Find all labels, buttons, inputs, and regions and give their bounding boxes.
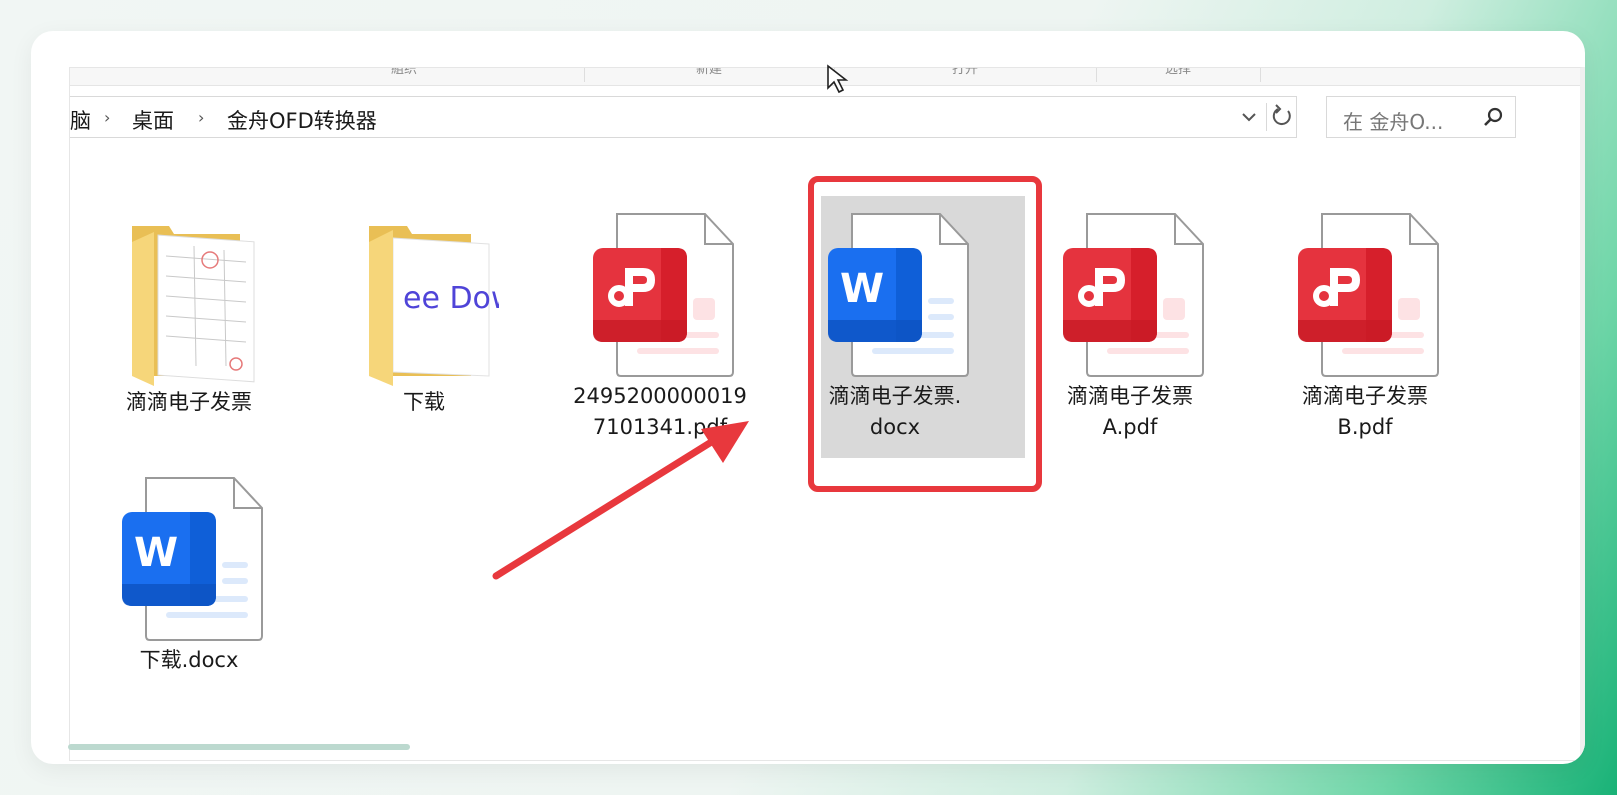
- horizontal-scrollbar[interactable]: [68, 744, 410, 750]
- ribbon-group-label: 新建: [695, 68, 722, 77]
- file-name-line2: A.pdf: [1102, 415, 1158, 439]
- mouse-cursor-icon: [827, 64, 849, 94]
- search-placeholder: 在 金舟O...: [1343, 110, 1444, 134]
- ribbon-group-organize[interactable]: 組织: [224, 68, 585, 82]
- ribbon-group-label: 打开: [951, 68, 978, 77]
- search-box[interactable]: 在 金舟O...: [1326, 96, 1516, 138]
- search-icon[interactable]: [1481, 105, 1505, 129]
- file-item-folder[interactable]: ee Dow 下载: [329, 216, 519, 419]
- pdf-icon: [585, 210, 735, 380]
- file-name-line1: 滴滴电子发票: [1302, 384, 1428, 408]
- word-icon: W: [114, 474, 264, 644]
- ribbon-group-select[interactable]: 选择: [1096, 68, 1261, 82]
- file-item-pdf[interactable]: 滴滴电子发票 A.pdf: [1035, 210, 1225, 444]
- file-explorer: 組织 新建 打开 选择 脑 › 桌面 › 金舟OFD转换器 在 金舟O... 滴…: [69, 67, 1585, 761]
- breadcrumb-separator: ›: [198, 108, 205, 127]
- file-item-pdf[interactable]: 滴滴电子发票 B.pdf: [1270, 210, 1460, 444]
- ribbon-group-label: 选择: [1164, 68, 1191, 77]
- ribbon-group-label: 組织: [390, 68, 417, 77]
- ribbon-group-new[interactable]: 新建: [584, 68, 835, 82]
- file-item-folder[interactable]: 滴滴电子发票: [94, 216, 284, 419]
- folder-icon: ee Dow: [349, 216, 515, 386]
- file-name: 滴滴电子发票: [126, 390, 252, 414]
- breadcrumb-desktop[interactable]: 桌面: [132, 105, 174, 135]
- ribbon-group-open[interactable]: 打开: [834, 68, 1097, 82]
- refresh-icon[interactable]: [1266, 103, 1297, 131]
- folder-preview-text: ee Dow: [403, 281, 499, 316]
- breadcrumb-current-folder[interactable]: 金舟OFD转换器: [227, 105, 377, 135]
- folder-icon: [114, 216, 264, 386]
- file-item-docx[interactable]: W 下载.docx: [94, 474, 284, 677]
- pdf-icon: [1055, 210, 1205, 380]
- highlight-annotation-box: [808, 176, 1042, 492]
- file-name-line2: 7101341.pdf: [592, 415, 728, 439]
- svg-text:W: W: [134, 530, 178, 576]
- breadcrumb-pc[interactable]: 脑: [70, 105, 91, 135]
- file-name-line1: 滴滴电子发票: [1067, 384, 1193, 408]
- file-name: 下载.docx: [139, 648, 239, 672]
- address-bar[interactable]: 脑 › 桌面 › 金舟OFD转换器: [70, 96, 1297, 138]
- window-card: 組织 新建 打开 选择 脑 › 桌面 › 金舟OFD转换器 在 金舟O... 滴…: [31, 31, 1585, 764]
- file-name-line2: B.pdf: [1337, 415, 1393, 439]
- file-name-line1: 2495200000019: [573, 384, 747, 408]
- chevron-down-icon[interactable]: [1238, 105, 1260, 129]
- breadcrumb-separator: ›: [104, 108, 111, 127]
- ribbon: 組织 新建 打开 选择: [70, 68, 1580, 86]
- pdf-icon: [1290, 210, 1440, 380]
- file-item-pdf[interactable]: 2495200000019 7101341.pdf: [565, 210, 755, 444]
- file-name: 下载: [403, 390, 445, 414]
